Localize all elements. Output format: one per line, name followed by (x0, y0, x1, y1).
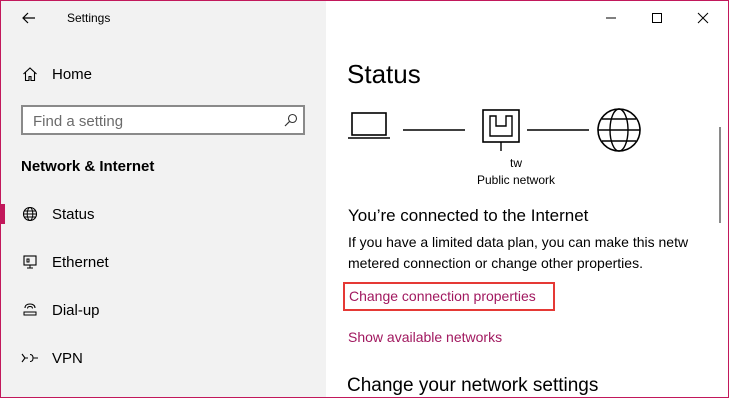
description-line: metered connection or change other prope… (348, 255, 643, 271)
section-heading: Network & Internet (21, 158, 155, 175)
scrollbar[interactable] (719, 127, 721, 223)
description-line: If you have a limited data plan, you can… (348, 234, 689, 250)
close-button[interactable] (680, 1, 726, 35)
vpn-icon (21, 349, 39, 367)
maximize-button[interactable] (634, 1, 680, 35)
sidebar-item-label: Home (52, 65, 93, 83)
settings-window: Settings Home Network & Internet (0, 0, 729, 398)
close-icon (697, 12, 709, 24)
network-name: tw (510, 156, 522, 170)
maximize-icon (652, 13, 662, 23)
sidebar-item-dial-up[interactable]: Dial-up (1, 290, 326, 330)
sidebar-item-label: VPN (52, 349, 83, 367)
main-content: Status tw Public network You’re connecte… (326, 1, 728, 397)
connection-status: You’re connected to the Internet (348, 206, 589, 225)
network-diagram: tw Public network (346, 105, 656, 200)
back-button[interactable] (13, 5, 45, 31)
minimize-button[interactable] (588, 1, 634, 35)
back-arrow-icon (22, 12, 35, 24)
sidebar: Settings Home Network & Internet (1, 1, 326, 397)
globe-internet-icon (597, 108, 641, 152)
sidebar-item-vpn[interactable]: VPN (1, 338, 326, 378)
home-icon (21, 65, 39, 83)
network-type: Public network (476, 173, 556, 187)
laptop-icon (348, 112, 390, 139)
search-icon[interactable] (283, 112, 299, 128)
sidebar-item-label: Ethernet (52, 253, 109, 271)
search-box[interactable] (21, 105, 305, 135)
search-input[interactable] (23, 107, 285, 135)
title-bar: Settings (1, 1, 326, 35)
sidebar-item-label: Dial-up (52, 301, 100, 319)
minimize-icon (606, 17, 616, 19)
sidebar-item-label: Status (52, 205, 95, 223)
sidebar-item-ethernet[interactable]: Ethernet (1, 242, 326, 282)
change-connection-properties-link[interactable]: Change connection properties (349, 288, 536, 304)
show-available-networks-link[interactable]: Show available networks (348, 329, 502, 345)
ethernet-port-icon (482, 109, 520, 151)
connection-description: If you have a limited data plan, you can… (348, 232, 704, 274)
app-title: Settings (67, 11, 111, 25)
section-heading: Change your network settings (347, 375, 599, 396)
ethernet-icon (21, 253, 39, 271)
globe-icon (21, 205, 39, 223)
page-title: Status (347, 59, 421, 89)
sidebar-item-status[interactable]: Status (1, 194, 326, 234)
sidebar-item-home[interactable]: Home (1, 54, 326, 94)
dialup-icon (21, 301, 39, 319)
active-indicator (1, 204, 5, 224)
